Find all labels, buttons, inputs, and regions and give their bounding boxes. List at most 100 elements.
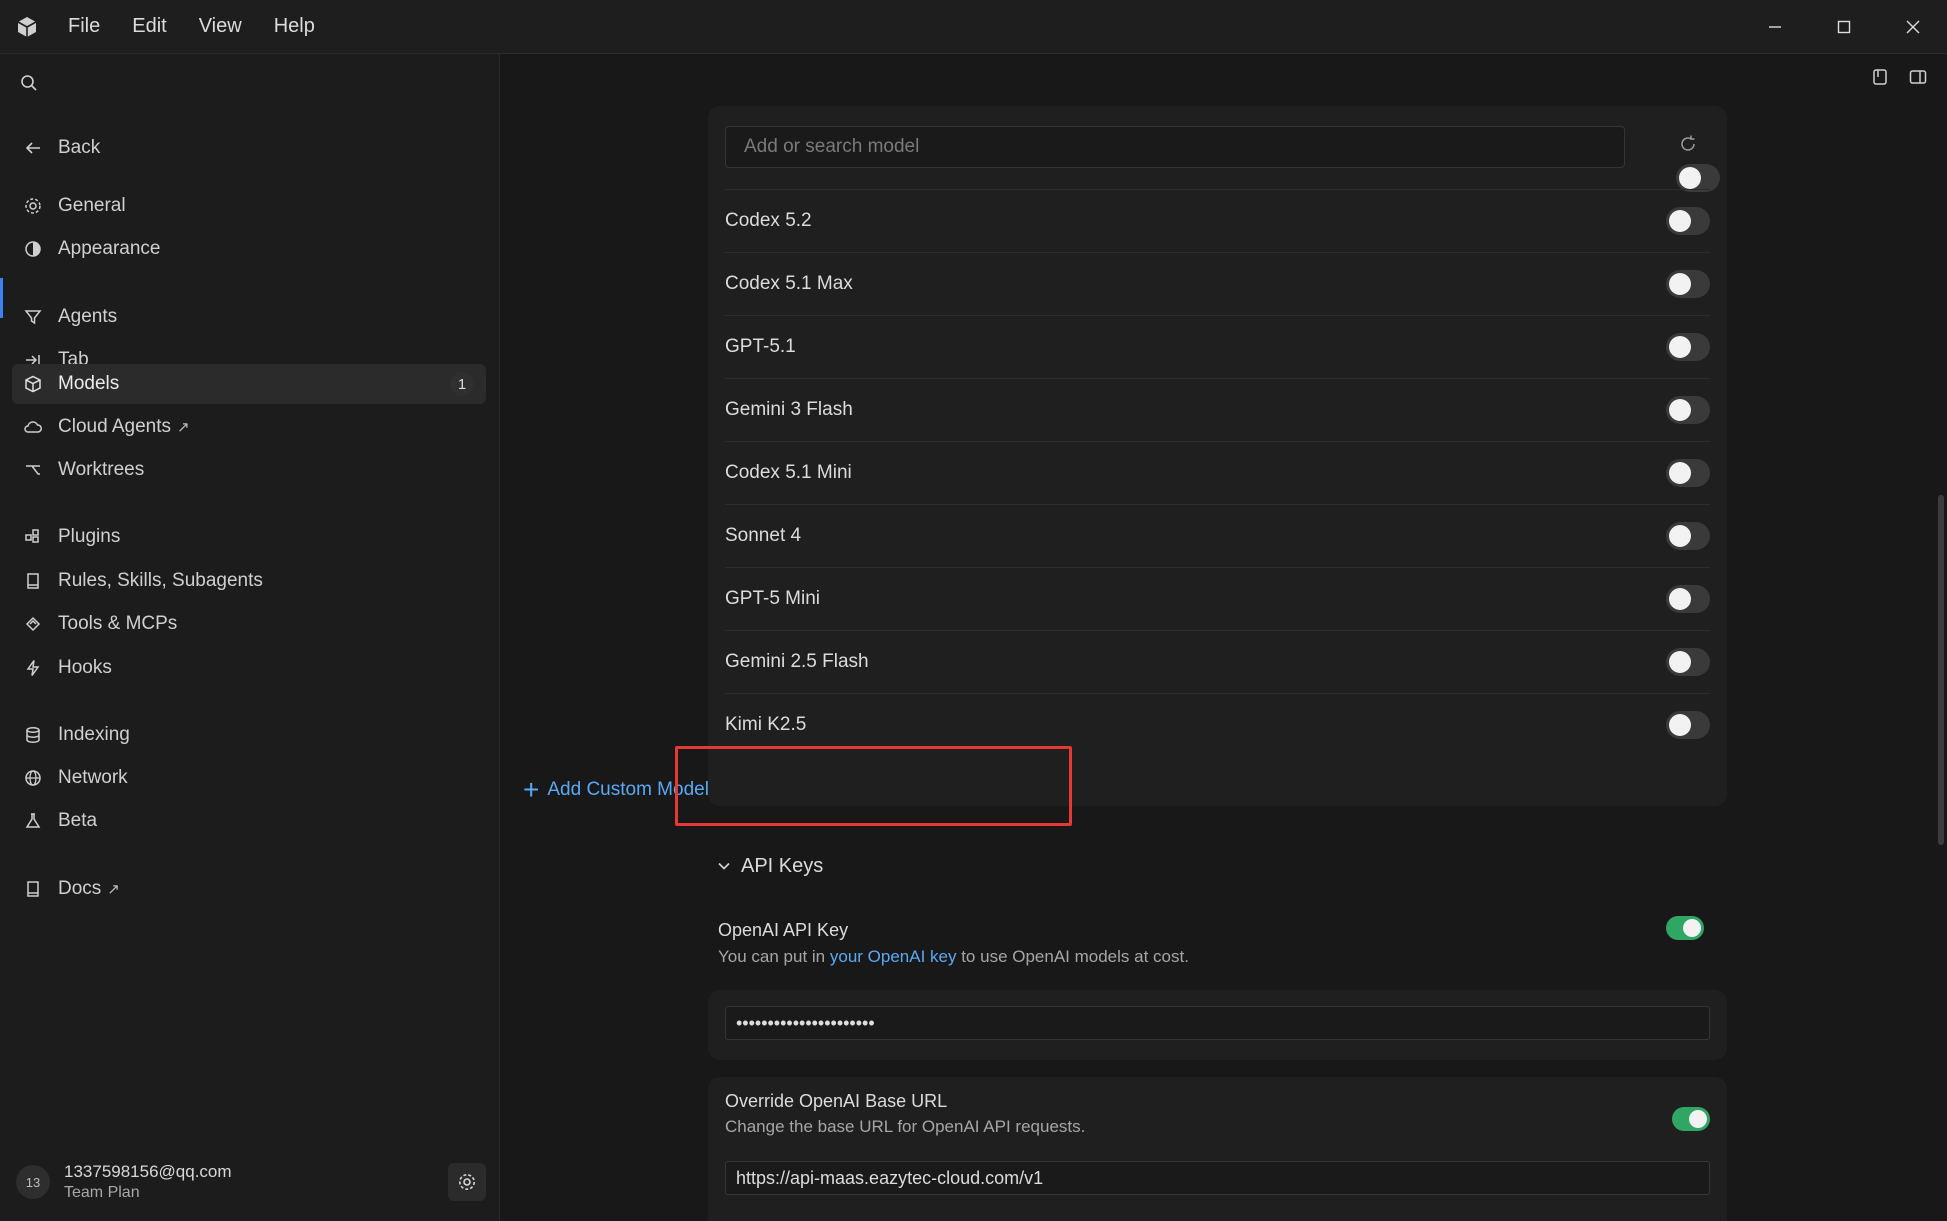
sidebar-item-label: Docs xyxy=(58,878,102,899)
puzzle-icon xyxy=(22,526,44,548)
settings-main-panel: Codex 5.2 Codex 5.1 Max GPT-5.1 Gemini 3… xyxy=(501,54,1947,1221)
sidebar-item-indexing[interactable]: Indexing xyxy=(12,715,486,755)
openai-key-input[interactable] xyxy=(725,1006,1710,1040)
back-label: Back xyxy=(58,137,101,158)
sidebar-item-agents[interactable]: Agents xyxy=(12,297,486,337)
toggle-knob xyxy=(1669,336,1691,358)
minimize-button[interactable] xyxy=(1740,0,1809,54)
sidebar-item-label: Hooks xyxy=(58,657,112,678)
desc-prefix: You can put in xyxy=(718,947,830,966)
account-panel: 13 1337598156@qq.com Team Plan xyxy=(16,1159,486,1205)
model-toggle-hidden-row[interactable] xyxy=(1676,164,1720,192)
api-keys-section-toggle[interactable]: API Keys xyxy=(717,850,823,882)
sidebar-item-docs[interactable]: Docs ↗ xyxy=(12,869,486,909)
sidebar-search[interactable] xyxy=(20,68,38,98)
model-row: Kimi K2.5 xyxy=(725,693,1710,756)
arrow-left-icon xyxy=(22,137,44,159)
model-name: Kimi K2.5 xyxy=(725,714,807,735)
sidebar-item-models[interactable]: Models 1 xyxy=(12,364,486,404)
refresh-models-button[interactable] xyxy=(1678,134,1698,159)
openai-key-toggle[interactable] xyxy=(1666,916,1704,940)
sidebar-item-hooks[interactable]: Hooks xyxy=(12,648,486,688)
section-title: API Keys xyxy=(741,854,824,877)
sidebar-item-label: Models xyxy=(58,373,120,394)
toggle-knob xyxy=(1669,210,1691,232)
model-row: Sonnet 4 xyxy=(725,504,1710,567)
model-toggle[interactable] xyxy=(1666,522,1710,550)
toggle-knob xyxy=(1669,588,1691,610)
base-url-card: Override OpenAI Base URL Change the base… xyxy=(708,1077,1727,1221)
sidebar-item-network[interactable]: Network xyxy=(12,758,486,798)
model-name: Codex 5.2 xyxy=(725,210,812,231)
model-toggle[interactable] xyxy=(1666,333,1710,361)
sidebar-item-cloud-agents[interactable]: Cloud Agents ↗ xyxy=(12,407,486,447)
model-name: GPT-5 Mini xyxy=(725,588,821,609)
model-toggle[interactable] xyxy=(1666,270,1710,298)
model-row: Codex 5.2 xyxy=(725,189,1710,252)
tools-icon xyxy=(22,613,44,635)
model-toggle[interactable] xyxy=(1666,396,1710,424)
openai-key-description: You can put in your OpenAI key to use Op… xyxy=(718,947,1189,967)
cube-icon xyxy=(22,373,44,395)
model-toggle[interactable] xyxy=(1666,585,1710,613)
desc-suffix: to use OpenAI models at cost. xyxy=(956,947,1189,966)
model-toggle[interactable] xyxy=(1666,207,1710,235)
sidebar-item-appearance[interactable]: Appearance xyxy=(12,229,486,269)
avatar[interactable]: 13 xyxy=(16,1165,50,1199)
bolt-icon xyxy=(22,657,44,679)
globe-icon xyxy=(22,767,44,789)
menu-edit[interactable]: Edit xyxy=(118,9,180,44)
model-name: Codex 5.1 Max xyxy=(725,273,853,294)
add-custom-model-button[interactable]: + Add Custom Model xyxy=(523,772,709,808)
menu-bar: File Edit View Help xyxy=(54,9,329,44)
base-url-title: Override OpenAI Base URL xyxy=(725,1091,948,1111)
toggle-knob xyxy=(1679,167,1701,189)
funnel-icon xyxy=(22,306,44,328)
back-button[interactable]: Back xyxy=(12,128,486,168)
sidebar-item-beta[interactable]: Beta xyxy=(12,801,486,841)
models-card: Codex 5.2 Codex 5.1 Max GPT-5.1 Gemini 3… xyxy=(708,106,1727,806)
sidebar-item-label: Appearance xyxy=(58,238,161,259)
openai-key-link[interactable]: your OpenAI key xyxy=(830,947,957,966)
sidebar-item-label: Worktrees xyxy=(58,459,145,480)
model-toggle[interactable] xyxy=(1666,648,1710,676)
chevron-down-icon xyxy=(718,862,730,870)
refresh-icon xyxy=(1681,135,1695,151)
search-icon xyxy=(21,75,37,91)
gear-icon xyxy=(459,1174,475,1190)
sidebar-item-plugins[interactable]: Plugins xyxy=(12,517,486,557)
add-custom-model-label: Add Custom Model xyxy=(547,779,709,800)
sidebar-item-general[interactable]: General xyxy=(12,186,486,226)
menu-help[interactable]: Help xyxy=(260,9,329,44)
account-settings-button[interactable] xyxy=(448,1163,486,1201)
base-url-input[interactable] xyxy=(725,1161,1710,1195)
sidebar-item-label: Agents xyxy=(58,306,118,327)
toggle-knob xyxy=(1669,525,1691,547)
sidebar-toggle-icon[interactable] xyxy=(1909,68,1927,86)
external-link-icon: ↗ xyxy=(107,881,120,898)
toggle-knob xyxy=(1669,399,1691,421)
model-row: GPT-5.1 xyxy=(725,315,1710,378)
flask-icon xyxy=(22,810,44,832)
scrollbar-thumb[interactable] xyxy=(1938,495,1944,845)
models-count-badge: 1 xyxy=(450,372,474,396)
menu-file[interactable]: File xyxy=(54,9,114,44)
cloud-icon xyxy=(22,416,44,438)
openai-key-card xyxy=(708,990,1727,1060)
layout-left-icon[interactable] xyxy=(1871,68,1889,86)
sidebar-item-label: Plugins xyxy=(58,526,121,547)
maximize-button[interactable] xyxy=(1809,0,1878,54)
model-name: Gemini 3 Flash xyxy=(725,399,853,420)
menu-view[interactable]: View xyxy=(185,9,256,44)
model-toggle[interactable] xyxy=(1666,459,1710,487)
app-logo-icon xyxy=(0,0,54,54)
sidebar-item-rules[interactable]: Rules, Skills, Subagents xyxy=(12,561,486,601)
close-button[interactable] xyxy=(1878,0,1947,54)
panel-toolbar xyxy=(1871,68,1927,86)
sidebar-item-tools-mcps[interactable]: Tools & MCPs xyxy=(12,604,486,644)
sidebar-item-worktrees[interactable]: Worktrees xyxy=(12,450,486,490)
base-url-toggle[interactable] xyxy=(1672,1107,1710,1131)
gear-icon xyxy=(22,195,44,217)
model-toggle[interactable] xyxy=(1666,711,1710,739)
model-search-input[interactable] xyxy=(725,126,1625,168)
